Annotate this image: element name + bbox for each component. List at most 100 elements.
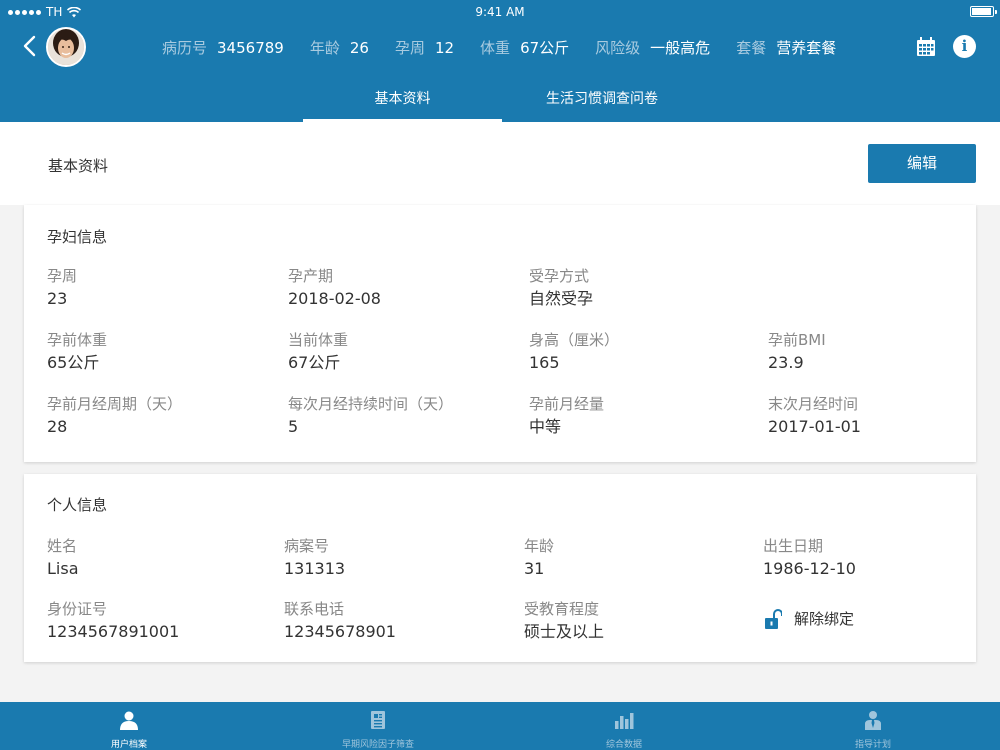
field-label: 病案号 [284,537,330,555]
gestation-week-label: 孕周 [394,39,425,57]
field-label: 孕周 [47,267,78,285]
field-value: 5 [288,417,299,436]
bottom-tab-data[interactable]: 综合数据 [499,702,749,750]
field-due-date: 孕产期 2018-02-08 [288,265,381,311]
chevron-left-icon [23,35,36,57]
calendar-icon [917,37,935,56]
user-icon [120,711,138,730]
field-label: 联系电话 [284,600,345,618]
unlock-icon [765,608,782,629]
bar-chart-icon [615,713,634,729]
patient-summary: 病历号 3456789 年龄 26 孕周 12 体重 67公斤 风险级 一般高危… [162,37,862,58]
battery-icon [970,6,997,17]
weight-label: 体重 [480,39,511,57]
field-name: 姓名 Lisa [47,535,79,581]
document-icon [371,711,385,729]
info-icon: i [961,37,968,55]
status-bar: TH 9:41 AM [0,0,1000,24]
field-menstrual-duration: 每次月经持续时间（天） 5 [288,393,453,439]
back-button[interactable] [18,34,42,58]
field-label: 受孕方式 [529,267,590,285]
field-label: 末次月经时间 [768,395,859,413]
field-label: 孕前BMI [768,331,826,349]
field-value: 165 [529,353,560,372]
page-title: 基本资料 [48,157,109,175]
segment-tabs: 基本资料 生活习惯调查问卷 [0,78,1000,122]
field-gestation-week: 孕周 23 [47,265,77,311]
record-no-value: 3456789 [217,39,284,57]
page-header: 基本资料 编辑 [0,122,1000,205]
field-label: 年龄 [524,537,555,555]
tab-basic-info[interactable]: 基本资料 [303,78,502,122]
field-age: 年龄 31 [524,535,554,581]
field-birth-date: 出生日期 1986-12-10 [763,535,856,581]
bottom-tab-risk-screening[interactable]: 早期风险因子筛查 [253,702,503,750]
field-height: 身高（厘米） 165 [529,329,619,375]
field-value: Lisa [47,559,79,578]
field-id-number: 身份证号 1234567891001 [47,598,179,644]
field-value: 1986-12-10 [763,559,856,578]
field-pre-pregnancy-weight: 孕前体重 65公斤 [47,329,107,375]
field-value: 131313 [284,559,346,578]
field-value: 1234567891001 [47,622,180,641]
risk-level-label: 风险级 [595,39,641,57]
bottom-tab-label: 指导计划 [854,740,891,750]
person-tie-icon [865,711,881,730]
app-header: TH 9:41 AM 病历号 3456789 年龄 26 孕周 12 体重 67… [0,0,1000,122]
avatar[interactable] [46,27,86,67]
package-value: 营养套餐 [776,39,837,57]
field-current-weight: 当前体重 67公斤 [288,329,348,375]
field-label: 出生日期 [763,537,824,555]
field-value: 23.9 [768,353,804,372]
field-value: 31 [524,559,545,578]
bottom-tab-user-profile[interactable]: 用户档案 [4,702,254,750]
field-value: 12345678901 [284,622,396,641]
age-value: 26 [349,39,369,57]
personal-info-title: 个人信息 [47,496,108,514]
info-button[interactable]: i [953,35,976,58]
avatar-image [48,29,84,65]
field-value: 2017-01-01 [768,417,861,436]
edit-button[interactable]: 编辑 [868,144,976,183]
tab-lifestyle-survey[interactable]: 生活习惯调查问卷 [502,78,702,122]
field-value: 硕士及以上 [524,622,605,641]
field-education: 受教育程度 硕士及以上 [524,598,604,644]
field-value: 65公斤 [47,353,100,372]
bottom-tab-label: 综合数据 [605,740,642,750]
field-value: 2018-02-08 [288,289,381,308]
field-menstrual-flow: 孕前月经量 中等 [529,393,604,439]
calendar-button[interactable] [916,37,936,57]
field-label: 孕前月经量 [529,395,605,413]
field-menstrual-cycle: 孕前月经周期（天） 28 [47,393,182,439]
status-time: 9:41 AM [475,5,525,19]
age-label: 年龄 [309,39,340,57]
unbind-button[interactable]: 解除绑定 [765,608,854,629]
field-label: 孕前体重 [47,331,108,349]
record-no-label: 病历号 [162,39,208,57]
field-last-menstrual-date: 末次月经时间 2017-01-01 [768,393,861,439]
pregnancy-info-title: 孕妇信息 [47,228,108,246]
field-value: 28 [47,417,68,436]
field-label: 姓名 [47,537,78,555]
weight-value: 67公斤 [520,39,570,57]
bottom-tab-guidance-plan[interactable]: 指导计划 [748,702,998,750]
tab-basic-info-label: 基本资料 [374,91,431,107]
field-label: 受教育程度 [524,600,600,618]
field-case-number: 病案号 131313 [284,535,345,581]
field-label: 每次月经持续时间（天） [288,395,454,413]
field-phone: 联系电话 12345678901 [284,598,396,644]
field-pre-pregnancy-bmi: 孕前BMI 23.9 [768,329,826,375]
package-label: 套餐 [736,39,767,57]
pregnancy-info-card: 孕妇信息 孕周 23 孕产期 2018-02-08 受孕方式 自然受孕 孕前体重… [24,205,976,462]
main-content: 基本资料 编辑 孕妇信息 孕周 23 孕产期 2018-02-08 受孕方式 自… [0,122,1000,702]
field-label: 当前体重 [288,331,349,349]
gestation-week-value: 12 [434,39,455,57]
field-label: 孕产期 [288,267,334,285]
field-conception-method: 受孕方式 自然受孕 [529,265,593,311]
field-value: 67公斤 [288,353,341,372]
bottom-tab-label: 早期风险因子筛查 [341,740,414,750]
field-value: 中等 [529,417,562,436]
bottom-tab-label: 用户档案 [110,740,147,750]
bottom-tab-bar: 用户档案 早期风险因子筛查 综合数据 指导计划 [0,702,1000,750]
field-label: 孕前月经周期（天） [47,395,183,413]
